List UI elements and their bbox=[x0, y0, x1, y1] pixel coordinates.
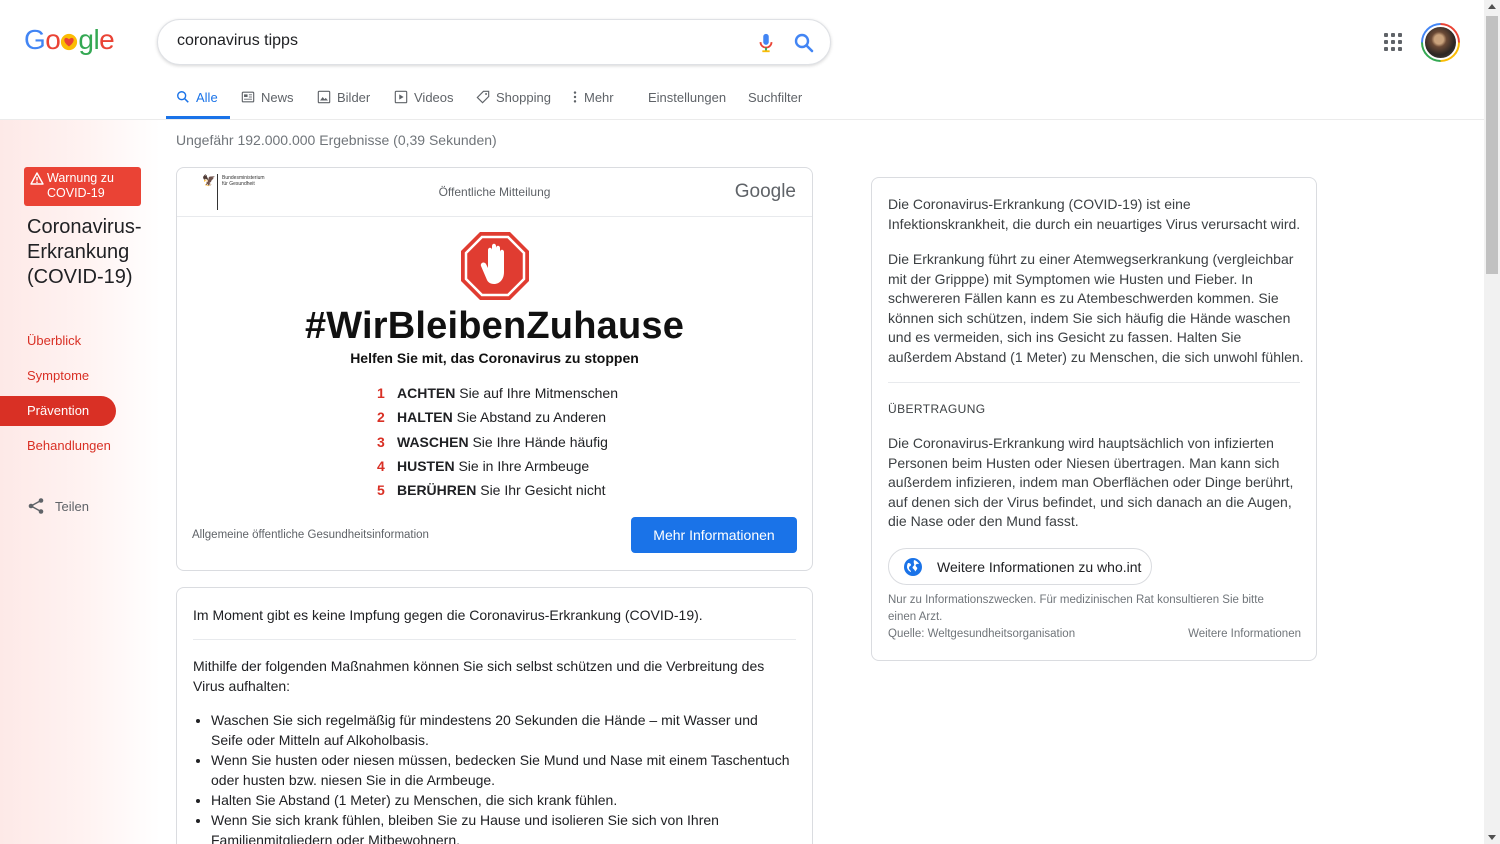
microphone-icon[interactable] bbox=[755, 31, 777, 55]
list-item: Waschen Sie sich regelmäßig für mindeste… bbox=[211, 710, 791, 750]
kp-definition: Die Coronavirus-Erkrankung (COVID-19) is… bbox=[888, 196, 1301, 232]
search-input[interactable] bbox=[177, 32, 737, 50]
public-service-announcement-card: 🦅 Bundesministerium für Gesundheit Öffent… bbox=[176, 167, 813, 571]
covid-panel-title: Coronavirus-Erkrankung (COVID-19) bbox=[27, 216, 142, 288]
prevention-lead: Mithilfe der folgenden Maßnahmen können … bbox=[193, 658, 765, 694]
header-divider bbox=[0, 119, 1484, 120]
tab-news[interactable]: News bbox=[241, 82, 294, 119]
kp-description: Die Erkrankung führt zu einer Atemwegser… bbox=[888, 251, 1304, 365]
sidebar-item-behandlungen[interactable]: Behandlungen bbox=[27, 438, 111, 453]
psa-footer-text: Allgemeine öffentliche Gesundheitsinform… bbox=[192, 529, 429, 541]
psa-steps-list: 1 ACHTEN Sie auf Ihre Mitmenschen 2 HALTEN… bbox=[377, 385, 618, 506]
logo-letter: g bbox=[78, 24, 94, 55]
kp-source: Quelle: Weltgesundheitsorganisation bbox=[888, 628, 1076, 640]
psa-step: 5 BERÜHREN Sie Ihr Gesicht nicht bbox=[377, 482, 606, 499]
psa-step: 3 WASCHEN Sie Ihre Hände häufig bbox=[377, 433, 608, 450]
warning-text: Warnung zu COVID-19 bbox=[47, 171, 114, 200]
image-icon bbox=[317, 90, 331, 104]
tab-label: Mehr bbox=[584, 90, 614, 105]
warning-icon bbox=[30, 172, 44, 185]
list-item: Wenn Sie sich krank fühlen, bleiben Sie … bbox=[211, 810, 791, 844]
stop-hand-icon bbox=[461, 232, 529, 300]
kp-more-link[interactable]: Weitere Informationen bbox=[1188, 628, 1301, 640]
tab-label: Alle bbox=[196, 90, 218, 105]
psa-notice: Öffentliche Mitteilung bbox=[438, 185, 551, 199]
sidebar-item-praevention[interactable]: Prävention bbox=[0, 396, 116, 426]
scroll-up-arrow[interactable] bbox=[1488, 4, 1496, 9]
tab-shopping[interactable]: Shopping bbox=[476, 82, 551, 119]
who-link-button[interactable]: Weitere Informationen zu who.int bbox=[888, 548, 1152, 585]
search-box[interactable] bbox=[157, 19, 831, 65]
sidebar-item-symptome[interactable]: Symptome bbox=[27, 368, 89, 383]
tab-label: Einstellungen bbox=[648, 90, 727, 105]
covid-warning-badge[interactable]: Warnung zu COVID-19 bbox=[24, 167, 141, 206]
tab-videos[interactable]: Videos bbox=[394, 82, 454, 119]
scroll-down-arrow[interactable] bbox=[1488, 835, 1496, 840]
prevention-intro: Im Moment gibt es keine Impfung gegen di… bbox=[193, 607, 703, 623]
more-info-button[interactable]: Mehr Informationen bbox=[631, 517, 797, 553]
psa-subtitle: Helfen Sie mit, das Coronavirus zu stopp… bbox=[350, 350, 639, 366]
account-avatar[interactable] bbox=[1421, 23, 1460, 62]
google-wordmark: Google bbox=[734, 181, 796, 202]
logo-letter: e bbox=[99, 24, 115, 55]
result-stats: Ungefähr 192.000.000 Ergebnisse (0,39 Se… bbox=[176, 132, 497, 148]
heart-icon bbox=[61, 33, 78, 51]
page-scrollbar[interactable] bbox=[1484, 0, 1500, 844]
tab-label: Suchfilter bbox=[748, 90, 803, 105]
tab-suchfilter[interactable]: Suchfilter bbox=[748, 82, 802, 119]
kp-transmission: Die Coronavirus-Erkrankung wird hauptsäc… bbox=[888, 435, 1294, 530]
more-vert-icon bbox=[573, 91, 577, 103]
kp-section-heading: ÜBERTRAGUNG bbox=[888, 402, 986, 416]
knowledge-panel: Die Coronavirus-Erkrankung (COVID-19) is… bbox=[871, 177, 1317, 661]
scrollbar-thumb[interactable] bbox=[1486, 16, 1498, 274]
psa-step: 2 HALTEN Sie Abstand zu Anderen bbox=[377, 409, 607, 426]
list-item: Wenn Sie husten oder niesen müssen, bede… bbox=[211, 750, 791, 790]
tab-mehr[interactable]: Mehr bbox=[572, 82, 614, 119]
search-icon[interactable] bbox=[792, 31, 816, 55]
psa-step: 4 HUSTEN Sie in Ihre Armbeuge bbox=[377, 457, 590, 474]
campaign-hashtag: #WirBleibenZuhause bbox=[304, 305, 685, 347]
logo-letter: o bbox=[45, 24, 61, 55]
share-label: Teilen bbox=[55, 498, 89, 514]
sidebar-item-ueberblick[interactable]: Überblick bbox=[27, 333, 81, 348]
psa-header: 🦅 Bundesministerium für Gesundheit Öffent… bbox=[177, 168, 812, 217]
tab-alle[interactable]: Alle bbox=[166, 82, 230, 119]
tab-label: News bbox=[261, 90, 294, 105]
psa-step: 1 ACHTEN Sie auf Ihre Mitmenschen bbox=[377, 385, 618, 401]
tab-label: Bilder bbox=[337, 90, 371, 105]
tag-icon bbox=[476, 90, 490, 104]
search-icon bbox=[177, 91, 189, 103]
logo-letter: G bbox=[24, 24, 46, 55]
tab-label: Videos bbox=[414, 90, 454, 105]
video-icon bbox=[394, 90, 408, 104]
share-button[interactable]: Teilen bbox=[27, 497, 89, 515]
kp-disclaimer: Nur zu Informationszwecken. Für medizini… bbox=[888, 594, 1264, 623]
globe-icon bbox=[904, 557, 922, 576]
apps-grid-icon[interactable] bbox=[1384, 33, 1404, 53]
prevention-card: Im Moment gibt es keine Impfung gegen di… bbox=[176, 587, 813, 844]
list-item: Halten Sie Abstand (1 Meter) zu Menschen… bbox=[211, 790, 791, 810]
who-link-label: Weitere Informationen zu who.int bbox=[937, 558, 1142, 575]
tab-label: Shopping bbox=[496, 90, 551, 105]
tab-einstellungen[interactable]: Einstellungen bbox=[648, 82, 726, 119]
prevention-list: Waschen Sie sich regelmäßig für mindeste… bbox=[211, 710, 791, 844]
share-icon bbox=[28, 498, 44, 514]
tab-bilder[interactable]: Bilder bbox=[317, 82, 370, 119]
news-icon bbox=[241, 91, 255, 103]
google-doodle-logo[interactable]: Go gle bbox=[24, 24, 115, 55]
